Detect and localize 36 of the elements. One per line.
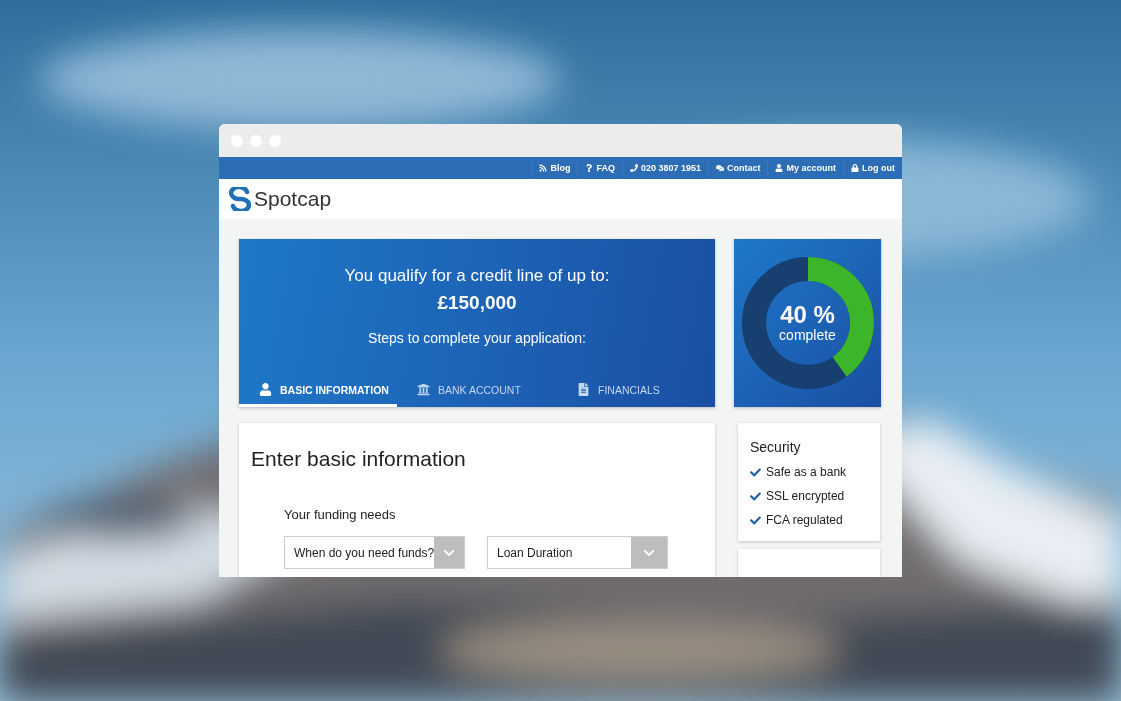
bank-icon [417,383,430,396]
nav-link-label: Contact [727,163,761,173]
credit-amount: £150,000 [437,292,517,314]
nav-link-label: Log out [862,163,895,173]
logo-icon [229,187,251,211]
step-tab[interactable]: BANK ACCOUNT [397,375,557,407]
security-item: Safe as a bank [766,465,847,479]
nav-link-label: 020 3807 1951 [640,163,701,173]
check-icon [750,466,761,478]
form-title: Enter basic information [251,447,467,471]
nav-link-label: My account [786,163,836,173]
security-title: Security [750,439,802,455]
lock-icon [851,164,859,172]
progress-label: complete [779,327,836,343]
security-item: SSL encrypted [766,489,845,503]
select-field[interactable]: When do you need funds? [284,536,465,569]
nav-link-label: FAQ [596,163,615,173]
nav-link-label: Blog [550,163,571,173]
chat-icon [716,164,724,172]
step-tab[interactable]: FINANCIALS [557,375,715,407]
steps-title: Steps to complete your application: [368,330,586,346]
select-field[interactable]: Loan Duration [487,536,668,569]
document-icon [577,383,590,396]
section-title: Your funding needs [284,507,397,522]
check-icon [750,514,761,526]
user-icon [775,164,784,172]
phone-icon [629,164,638,172]
user-icon [259,383,272,396]
security-item: FCA regulated [766,513,843,527]
logo-text: Spotcap [254,187,332,211]
rss-icon [539,164,548,172]
question-icon [585,164,594,172]
step-tab[interactable]: BASIC INFORMATION [239,375,397,407]
progress-percent: 40 % [780,303,835,327]
check-icon [750,490,761,502]
hero-headline: You qualify for a credit line of up to: [344,266,610,286]
